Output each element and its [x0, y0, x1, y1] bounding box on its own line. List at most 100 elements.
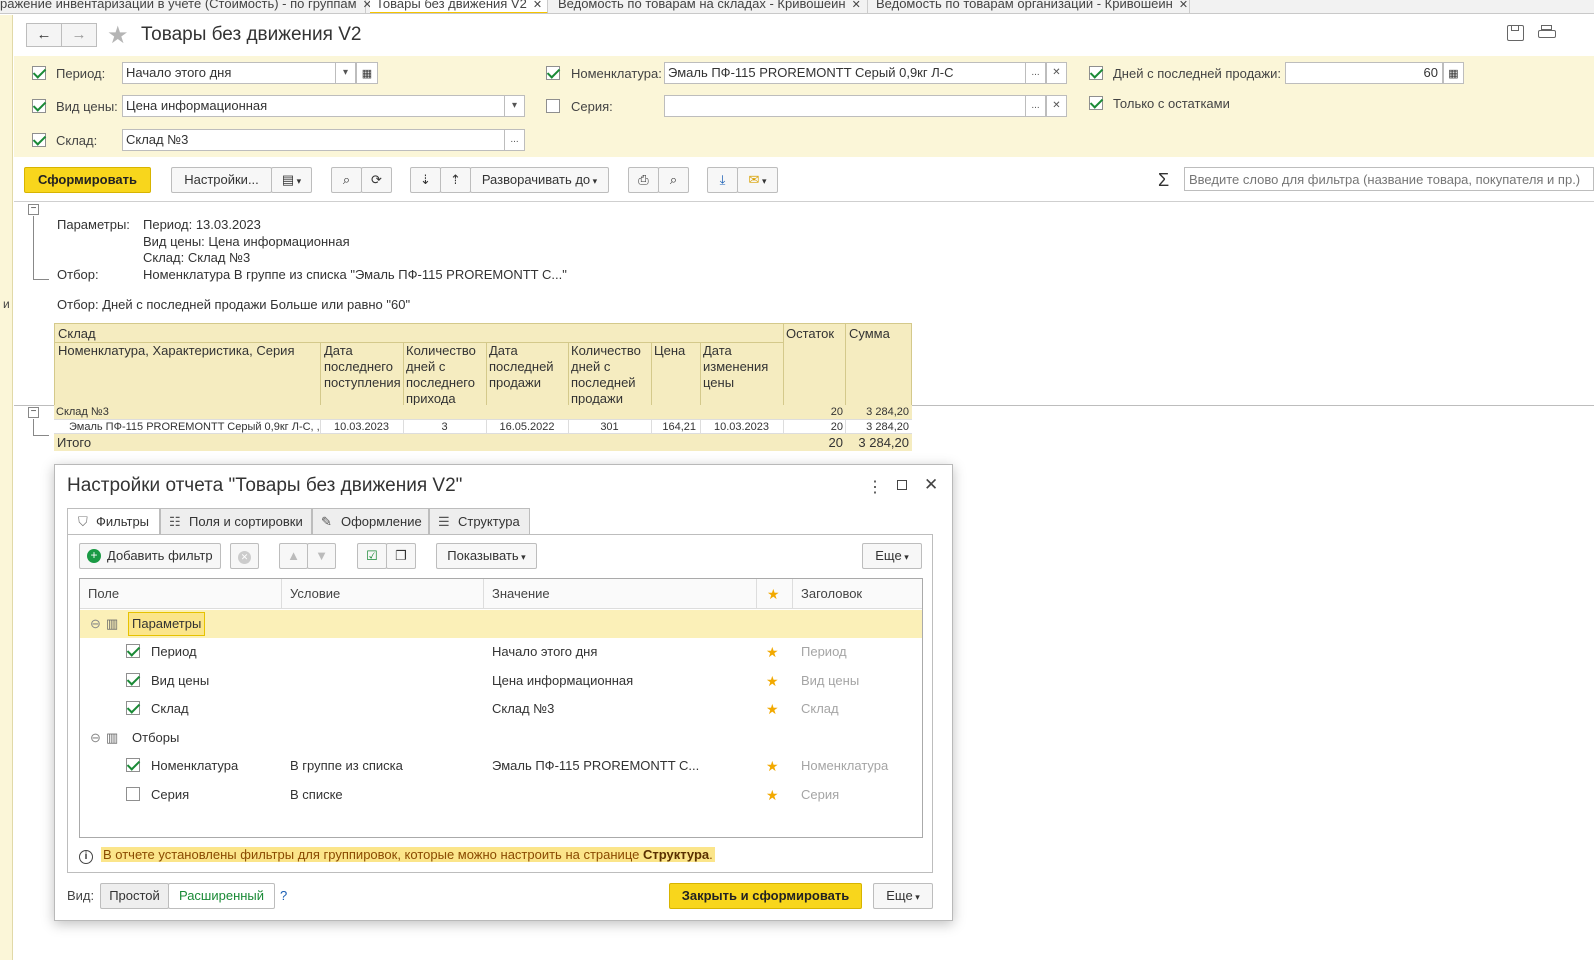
help-link[interactable]: ? — [280, 888, 287, 903]
grid-row-period[interactable]: Период Начало этого дня ★ Период — [80, 638, 922, 666]
nomenclature-field[interactable]: Эмаль ПФ-115 PROREMONTT Серый 0,9кг Л-С.… — [664, 62, 1067, 84]
grid-row-nomenclature[interactable]: Номенклатура В группе из списка Эмаль ПФ… — [80, 752, 922, 780]
print-preview-button[interactable]: ⌕ — [658, 167, 689, 193]
download-button[interactable]: ⤓ — [707, 167, 738, 193]
price-type-field[interactable]: Цена информационная ▾ — [122, 95, 525, 117]
email-menu-button[interactable]: ✉ ▾ — [737, 167, 778, 193]
days-since-sale-checkbox[interactable] — [1089, 66, 1103, 80]
price-type-checkbox[interactable] — [32, 99, 46, 113]
series-field[interactable]: ... ✕ — [664, 95, 1067, 117]
more-vertical-icon[interactable]: ⋮ — [867, 477, 883, 497]
settings-button[interactable]: Настройки... — [171, 167, 272, 193]
close-icon[interactable]: ✕ — [533, 0, 542, 11]
calculator-icon: ▦ — [1448, 68, 1459, 80]
print-button[interactable]: ⎙ — [628, 167, 659, 193]
close-icon[interactable]: ✕ — [1179, 0, 1188, 11]
price-type-use-checkbox[interactable] — [126, 673, 140, 687]
generate-button[interactable]: Сформировать — [24, 167, 151, 193]
dropdown-arrow-icon[interactable]: ▾ — [335, 63, 355, 83]
structure-link[interactable]: Структура — [643, 847, 709, 862]
nomenclature-use-checkbox[interactable] — [126, 758, 140, 772]
add-filter-button[interactable]: + Добавить фильтр — [79, 543, 221, 569]
star-icon[interactable]: ★ — [766, 695, 779, 723]
window-tab-goods-without-movement[interactable]: Товары без движения V2 ✕ — [370, 0, 548, 13]
star-icon[interactable]: ★ — [766, 638, 779, 666]
filter-search-input[interactable] — [1184, 167, 1594, 191]
grid-row-filters-group[interactable]: ⊖ ▥ Отборы — [80, 724, 922, 752]
dropdown-arrow-icon[interactable]: ▾ — [504, 96, 524, 116]
col-star[interactable]: ★ — [757, 579, 793, 609]
favorite-star-icon[interactable]: ★ — [107, 21, 129, 50]
more-button-bottom[interactable]: Еще ▾ — [873, 883, 933, 909]
clear-icon[interactable]: ✕ — [1046, 96, 1066, 116]
col-caption[interactable]: Заголовок — [793, 579, 922, 609]
select-ellipsis-button[interactable]: ... — [1025, 63, 1046, 83]
back-button[interactable]: ← — [26, 23, 62, 47]
grid-row-price-type[interactable]: Вид цены Цена информационная ★ Вид цены — [80, 667, 922, 695]
sum-icon[interactable]: Σ — [1158, 170, 1169, 191]
col-value[interactable]: Значение — [484, 579, 757, 609]
move-down-button[interactable]: ▼ — [307, 543, 336, 569]
warehouse-checkbox[interactable] — [32, 133, 46, 147]
star-icon[interactable]: ★ — [766, 752, 779, 780]
table-row-group[interactable]: Склад №3 20 3 284,20 — [54, 405, 912, 419]
tab-appearance[interactable]: ✎ Оформление — [312, 508, 429, 535]
collapse-icon[interactable]: ⊖ — [90, 610, 101, 638]
more-button[interactable]: Еще ▾ — [862, 543, 922, 569]
collapse-params-icon[interactable]: − — [28, 204, 39, 215]
col-last-sale-l3: продажи — [489, 375, 541, 390]
window-tab-warehouse-statement[interactable]: Ведомость по товарам на складах - Кривош… — [552, 0, 868, 13]
check-all-button[interactable]: ☑ — [357, 543, 387, 569]
calendar-button[interactable]: ▦ — [356, 62, 378, 84]
variant-menu-button[interactable]: ▤ ▾ — [271, 167, 312, 193]
close-icon[interactable]: ✕ — [924, 475, 938, 495]
col-field[interactable]: Поле — [80, 579, 282, 609]
star-icon[interactable]: ★ — [766, 781, 779, 809]
only-with-stock-checkbox[interactable] — [1089, 96, 1103, 110]
series-use-checkbox[interactable] — [126, 787, 140, 801]
print-icon[interactable] — [1538, 25, 1556, 41]
window-tab-inventory[interactable]: ражение инвентаризации в учете (Стоимост… — [0, 0, 372, 13]
calculator-button[interactable]: ▦ — [1443, 62, 1464, 84]
period-field[interactable]: Начало этого дня ▾ — [122, 62, 356, 84]
save-icon[interactable] — [1507, 25, 1524, 41]
grid-row-warehouse[interactable]: Склад Склад №3 ★ Склад — [80, 695, 922, 723]
window-tab-org-statement[interactable]: Ведомость по товарам организаций - Криво… — [870, 0, 1190, 13]
grid-row-series[interactable]: Серия В списке ★ Серия — [80, 781, 922, 809]
tab-fields-sorting[interactable]: ☷ Поля и сортировки — [160, 508, 312, 535]
move-up-button[interactable]: ▲ — [279, 543, 308, 569]
star-icon[interactable]: ★ — [766, 667, 779, 695]
expand-button[interactable]: ⇡ — [440, 167, 471, 193]
show-menu-button[interactable]: Показывать ▾ — [436, 543, 537, 569]
collapse-group-icon[interactable]: − — [28, 407, 39, 418]
close-icon[interactable]: ✕ — [852, 0, 861, 11]
expand-to-menu[interactable]: Разворачивать до ▾ — [470, 167, 609, 193]
period-checkbox[interactable] — [32, 66, 46, 80]
maximize-icon[interactable] — [897, 480, 907, 490]
view-simple-button[interactable]: Простой — [100, 883, 169, 909]
forward-button[interactable]: → — [61, 23, 97, 47]
grid-row-parameters[interactable]: ⊖ ▥ Параметры — [80, 610, 922, 638]
find-button[interactable]: ⌕ — [331, 167, 362, 193]
table-row-item[interactable]: Эмаль ПФ-115 PROREMONTT Серый 0,9кг Л-С,… — [54, 419, 912, 434]
series-checkbox[interactable] — [546, 99, 560, 113]
select-ellipsis-button[interactable]: ... — [504, 130, 524, 150]
delete-filter-button[interactable]: ✕ — [230, 543, 259, 569]
close-and-generate-button[interactable]: Закрыть и сформировать — [669, 883, 862, 909]
clear-icon[interactable]: ✕ — [1046, 63, 1066, 83]
days-since-sale-field[interactable]: 60 — [1285, 62, 1443, 84]
uncheck-all-button[interactable]: ❐ — [386, 543, 416, 569]
select-ellipsis-button[interactable]: ... — [1025, 96, 1046, 116]
view-extended-button[interactable]: Расширенный — [168, 883, 275, 909]
find-next-button[interactable]: ⟳ — [361, 167, 392, 193]
col-divider — [700, 342, 701, 406]
period-use-checkbox[interactable] — [126, 644, 140, 658]
nomenclature-checkbox[interactable] — [546, 66, 560, 80]
tab-filters[interactable]: ⛉ Фильтры — [67, 508, 160, 535]
collapse-button[interactable]: ⇣ — [410, 167, 441, 193]
tab-structure[interactable]: ☰ Структура — [429, 508, 530, 535]
warehouse-use-checkbox[interactable] — [126, 701, 140, 715]
warehouse-field[interactable]: Склад №3... — [122, 129, 525, 151]
col-condition[interactable]: Условие — [282, 579, 484, 609]
collapse-icon[interactable]: ⊖ — [90, 724, 101, 752]
